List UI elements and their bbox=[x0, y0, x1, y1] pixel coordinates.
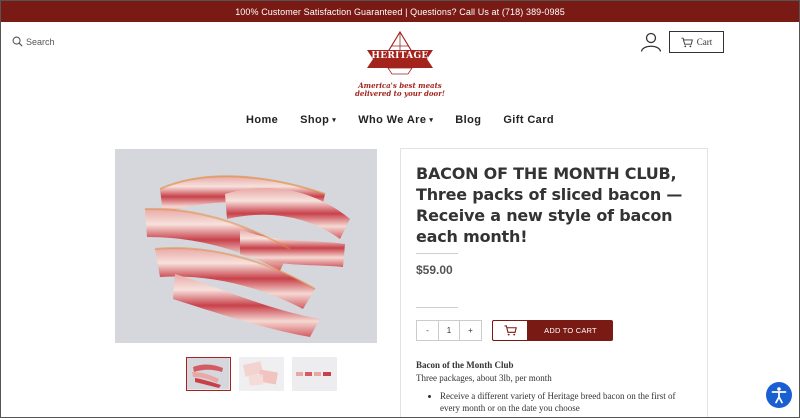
account-icon[interactable] bbox=[640, 32, 662, 52]
nav-home[interactable]: Home bbox=[246, 114, 278, 126]
accessibility-button[interactable] bbox=[766, 382, 792, 408]
thumbnail-bacon-icon bbox=[187, 358, 229, 389]
description-subtitle: Three packages, about 3lb, per month bbox=[416, 373, 552, 383]
divider bbox=[416, 307, 458, 308]
add-to-cart-label: ADD TO CART bbox=[544, 326, 597, 335]
logo-tagline: America's best meats delivered to your d… bbox=[342, 82, 458, 98]
add-to-cart-icon-box bbox=[492, 320, 528, 341]
cart-icon bbox=[681, 37, 693, 47]
search-label: Search bbox=[26, 36, 55, 47]
logo-sub: Foods bbox=[392, 64, 408, 70]
thumbnail-packages-icon bbox=[239, 357, 284, 391]
nav-blog-label: Blog bbox=[455, 114, 482, 126]
nav-home-label: Home bbox=[246, 114, 279, 126]
product-price: $59.00 bbox=[416, 263, 453, 277]
nav-gift-card-label: Gift Card bbox=[503, 114, 554, 126]
chevron-down-icon: ▾ bbox=[332, 117, 337, 124]
quantity-minus-button[interactable]: - bbox=[417, 321, 438, 340]
quantity-input[interactable]: 1 bbox=[438, 321, 460, 340]
logo-wordmark: HERITAGE bbox=[371, 51, 429, 61]
cart-label: Cart bbox=[696, 37, 713, 47]
nav-who-we-are-label: Who We Are bbox=[358, 114, 427, 126]
divider bbox=[416, 253, 458, 254]
search-link[interactable]: Search bbox=[12, 36, 55, 47]
thumbnail-1[interactable] bbox=[186, 357, 231, 391]
chevron-down-icon: ▾ bbox=[429, 117, 434, 124]
quantity-plus-button[interactable]: + bbox=[460, 321, 481, 340]
accessibility-icon bbox=[771, 387, 787, 404]
thumbnail-2[interactable] bbox=[239, 357, 284, 391]
main-nav: Home Shop ▾ Who We Are ▾ Blog Gift Card bbox=[0, 114, 800, 126]
nav-gift-card[interactable]: Gift Card bbox=[503, 114, 554, 126]
nav-who-we-are[interactable]: Who We Are ▾ bbox=[358, 114, 433, 126]
bacon-illustration bbox=[144, 175, 350, 337]
nav-shop[interactable]: Shop ▾ bbox=[300, 114, 336, 126]
thumbnail-strips-icon bbox=[292, 357, 337, 391]
quantity-stepper: - 1 + bbox=[416, 320, 482, 341]
announcement-bar: 100% Customer Satisfaction Guaranteed | … bbox=[1, 1, 799, 22]
nav-shop-label: Shop bbox=[300, 114, 330, 126]
description-title: Bacon of the Month Club bbox=[416, 360, 514, 370]
cart-button[interactable]: Cart bbox=[669, 31, 724, 53]
nav-blog[interactable]: Blog bbox=[455, 114, 481, 126]
announcement-text: 100% Customer Satisfaction Guaranteed | … bbox=[235, 6, 565, 17]
description-list: Receive a different variety of Heritage … bbox=[428, 390, 678, 414]
thumbnail-3[interactable] bbox=[292, 357, 337, 391]
list-item: Receive a different variety of Heritage … bbox=[440, 390, 678, 414]
cart-icon bbox=[504, 325, 517, 336]
thumbnail-strip bbox=[186, 357, 337, 391]
product-title: BACON OF THE MONTH CLUB, Three packs of … bbox=[416, 164, 683, 246]
search-icon bbox=[12, 36, 23, 47]
add-to-cart-button[interactable]: ADD TO CART bbox=[492, 320, 613, 341]
logo-tagline-line-2: delivered to your door! bbox=[355, 89, 445, 98]
product-image[interactable] bbox=[115, 149, 377, 343]
